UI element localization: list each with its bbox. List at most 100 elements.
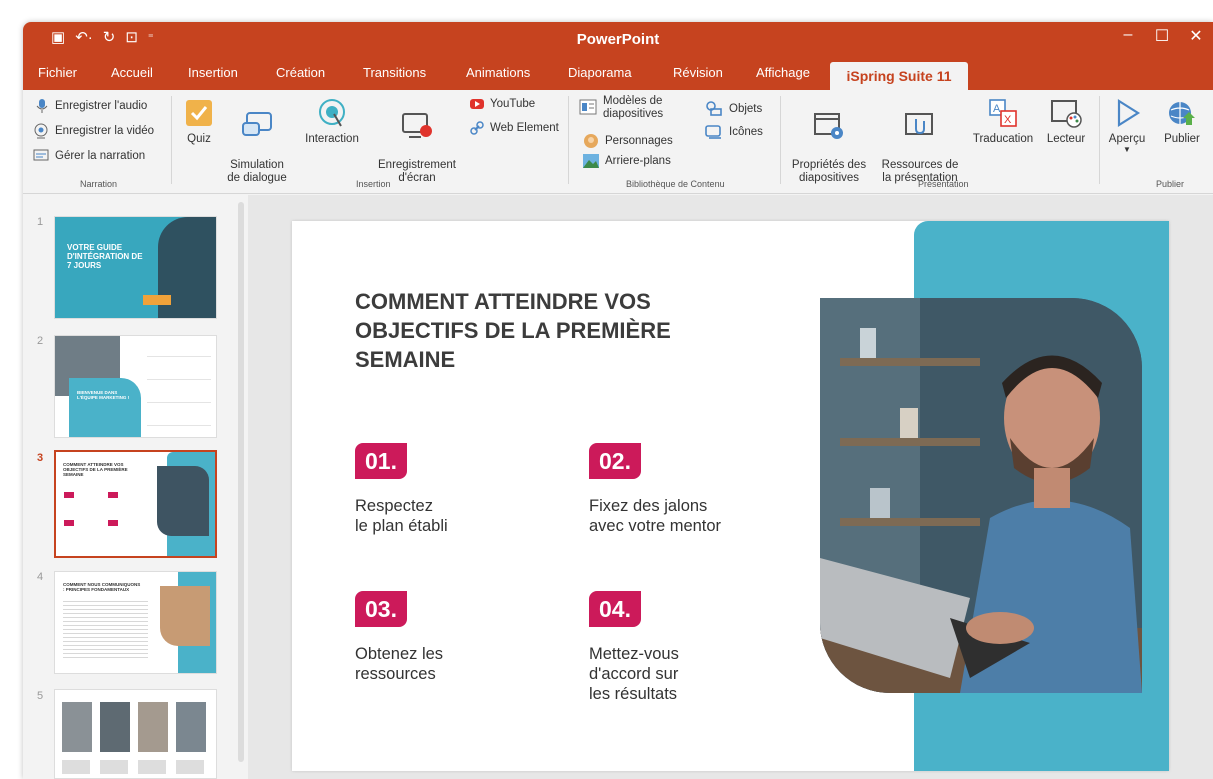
translation-label: Traducation [972, 133, 1034, 145]
thumbnail-number: 5 [37, 690, 44, 702]
thumbnail-badge [64, 492, 74, 498]
tab-revision[interactable]: Révision [673, 65, 723, 80]
tab-ispring-suite[interactable]: iSpring Suite 11 [830, 62, 968, 91]
thumbnail-photo [160, 586, 210, 646]
thumbnail-number: 4 [37, 571, 44, 583]
thumbnail-number: 3 [37, 452, 44, 464]
tab-fichier[interactable]: Fichier [38, 65, 77, 80]
thumbnail-number: 1 [37, 216, 44, 228]
interaction-button[interactable]: Interaction [298, 98, 366, 146]
ribbon-separator [780, 96, 781, 184]
thumbnail-photo [157, 466, 209, 536]
group-label-presentation: Présentation [918, 179, 969, 189]
tab-accueil[interactable]: Accueil [111, 65, 153, 80]
web-element-button[interactable]: Web Element [470, 121, 559, 135]
item-text[interactable]: Obtenez les ressources [355, 644, 443, 684]
link-icon [470, 121, 484, 135]
manage-narration-button[interactable]: Gérer la narration [33, 148, 145, 164]
youtube-label: YouTube [490, 98, 536, 110]
slide-thumbnail-4[interactable]: COMMENT NOUS COMMUNIQUONS : PRINCIPES FO… [54, 571, 217, 674]
icons-label: Icônes [729, 126, 763, 138]
publish-label: Publier [1164, 133, 1200, 145]
thumbnails-scrollbar[interactable] [238, 202, 244, 762]
title-bar: ▣ ↶· ↻ ⊡ ⁼ PowerPoint – ☐ ✕ [23, 22, 1213, 56]
slide-properties-icon [814, 113, 843, 139]
item-text[interactable]: Mettez-vous d'accord sur les résultats [589, 644, 679, 704]
thumbnail-badge [108, 492, 118, 498]
item-number-badge: 02. [589, 443, 641, 479]
slide-templates-label: Modèles de diapositives [603, 95, 664, 120]
record-audio-button[interactable]: Enregistrer l'audio [35, 98, 147, 114]
slide-thumbnail-1[interactable]: VOTRE GUIDE D'INTÉGRATION DE 7 JOURS [54, 216, 217, 319]
publish-button[interactable]: Publier [1157, 98, 1207, 146]
slide-thumbnail-5[interactable] [54, 689, 217, 779]
thumbnail-photo [176, 702, 206, 752]
thumbnail-panel [69, 378, 141, 437]
character-icon [584, 134, 598, 148]
slide-properties-button[interactable]: Propriétés des diapositives [787, 98, 871, 185]
item-text[interactable]: Respectez le plan établi [355, 496, 448, 536]
ribbon-separator [568, 96, 569, 184]
maximize-icon[interactable]: ☐ [1145, 26, 1179, 46]
dialogue-simulation-button[interactable]: Simulation de dialogue [223, 98, 291, 185]
minimize-icon[interactable]: – [1111, 26, 1145, 46]
item-text[interactable]: Fixez des jalons avec votre mentor [589, 496, 721, 536]
objects-button[interactable]: Objets [705, 101, 762, 117]
thumbnail-title: COMMENT ATTEINDRE VOS OBJECTIFS DE LA PR… [63, 462, 128, 477]
record-video-button[interactable]: Enregistrer la vidéo [33, 123, 154, 139]
tab-creation[interactable]: Création [276, 65, 325, 80]
interaction-label: Interaction [305, 133, 359, 145]
item-number-badge: 01. [355, 443, 407, 479]
tab-affichage[interactable]: Affichage [756, 65, 810, 80]
screen-recording-button[interactable]: Enregistrement d'écran [373, 98, 461, 185]
icons-library-icon [705, 125, 721, 139]
window-title: PowerPoint [576, 31, 660, 48]
thumbnail-title: BIENVENUE DANS L'ÉQUIPE MARKETING ! [77, 390, 130, 400]
slide-thumbnails-pane: 1 VOTRE GUIDE D'INTÉGRATION DE 7 JOURS 2… [23, 195, 243, 779]
youtube-icon [470, 99, 484, 109]
tab-insertion[interactable]: Insertion [188, 65, 238, 80]
thumbnail-text-lines [63, 598, 148, 658]
quiz-button[interactable]: Quiz [179, 98, 219, 146]
backgrounds-label: Arriere-plans [605, 155, 671, 167]
characters-label: Personnages [605, 135, 673, 147]
tab-animations[interactable]: Animations [466, 65, 530, 80]
player-button[interactable]: Lecteur [1041, 98, 1091, 146]
resources-attach-icon [905, 113, 933, 135]
thumbnail-badge [64, 520, 74, 526]
man-with-laptop-photo[interactable] [820, 298, 1142, 693]
slide-thumbnail-3-selected[interactable]: COMMENT ATTEINDRE VOS OBJECTIFS DE LA PR… [54, 450, 217, 558]
group-label-library: Bibliothèque de Contenu [626, 179, 725, 189]
ribbon-separator [171, 96, 172, 184]
current-slide[interactable]: COMMENT ATTEINDRE VOS OBJECTIFS DE LA PR… [292, 221, 1169, 771]
preview-button[interactable]: Aperçu ▼ [1105, 98, 1149, 154]
objects-icon [706, 101, 722, 116]
thumbnail-captions [62, 760, 206, 774]
ribbon-tabs: Fichier Accueil Insertion Création Trans… [23, 56, 1213, 91]
tab-diaporama[interactable]: Diaporama [568, 65, 632, 80]
tab-transitions[interactable]: Transitions [363, 65, 426, 80]
manage-narration-label: Gérer la narration [55, 150, 146, 162]
chevron-down-icon[interactable]: ▼ [1105, 146, 1149, 154]
translation-icon: AX [989, 99, 1017, 127]
svg-text:X: X [1004, 114, 1012, 126]
record-video-label: Enregistrer la vidéo [55, 125, 155, 137]
close-icon[interactable]: ✕ [1179, 26, 1213, 46]
icons-button[interactable]: Icônes [705, 124, 763, 140]
characters-button[interactable]: Personnages [583, 133, 673, 149]
group-label-narration: Narration [80, 179, 118, 189]
webcam-icon [34, 123, 48, 139]
svg-text:A: A [993, 103, 1001, 115]
youtube-button[interactable]: YouTube [470, 98, 535, 110]
backgrounds-button[interactable]: Arriere-plans [583, 154, 671, 168]
slide-thumbnail-2[interactable]: BIENVENUE DANS L'ÉQUIPE MARKETING ! [54, 335, 217, 438]
slide-title[interactable]: COMMENT ATTEINDRE VOS OBJECTIFS DE LA PR… [355, 287, 775, 374]
microphone-icon [36, 99, 48, 113]
slide-templates-button[interactable]: Modèles de diapositives [579, 95, 663, 121]
web-element-label: Web Element [490, 122, 559, 134]
translation-button[interactable]: AX Traducation [969, 98, 1037, 146]
powerpoint-window: ▣ ↶· ↻ ⊡ ⁼ PowerPoint – ☐ ✕ Fichier Accu… [23, 22, 1213, 779]
thumbnail-number: 2 [37, 335, 44, 347]
ribbon-separator [1099, 96, 1100, 184]
presentation-resources-button[interactable]: Ressources de la présentation [874, 98, 966, 185]
